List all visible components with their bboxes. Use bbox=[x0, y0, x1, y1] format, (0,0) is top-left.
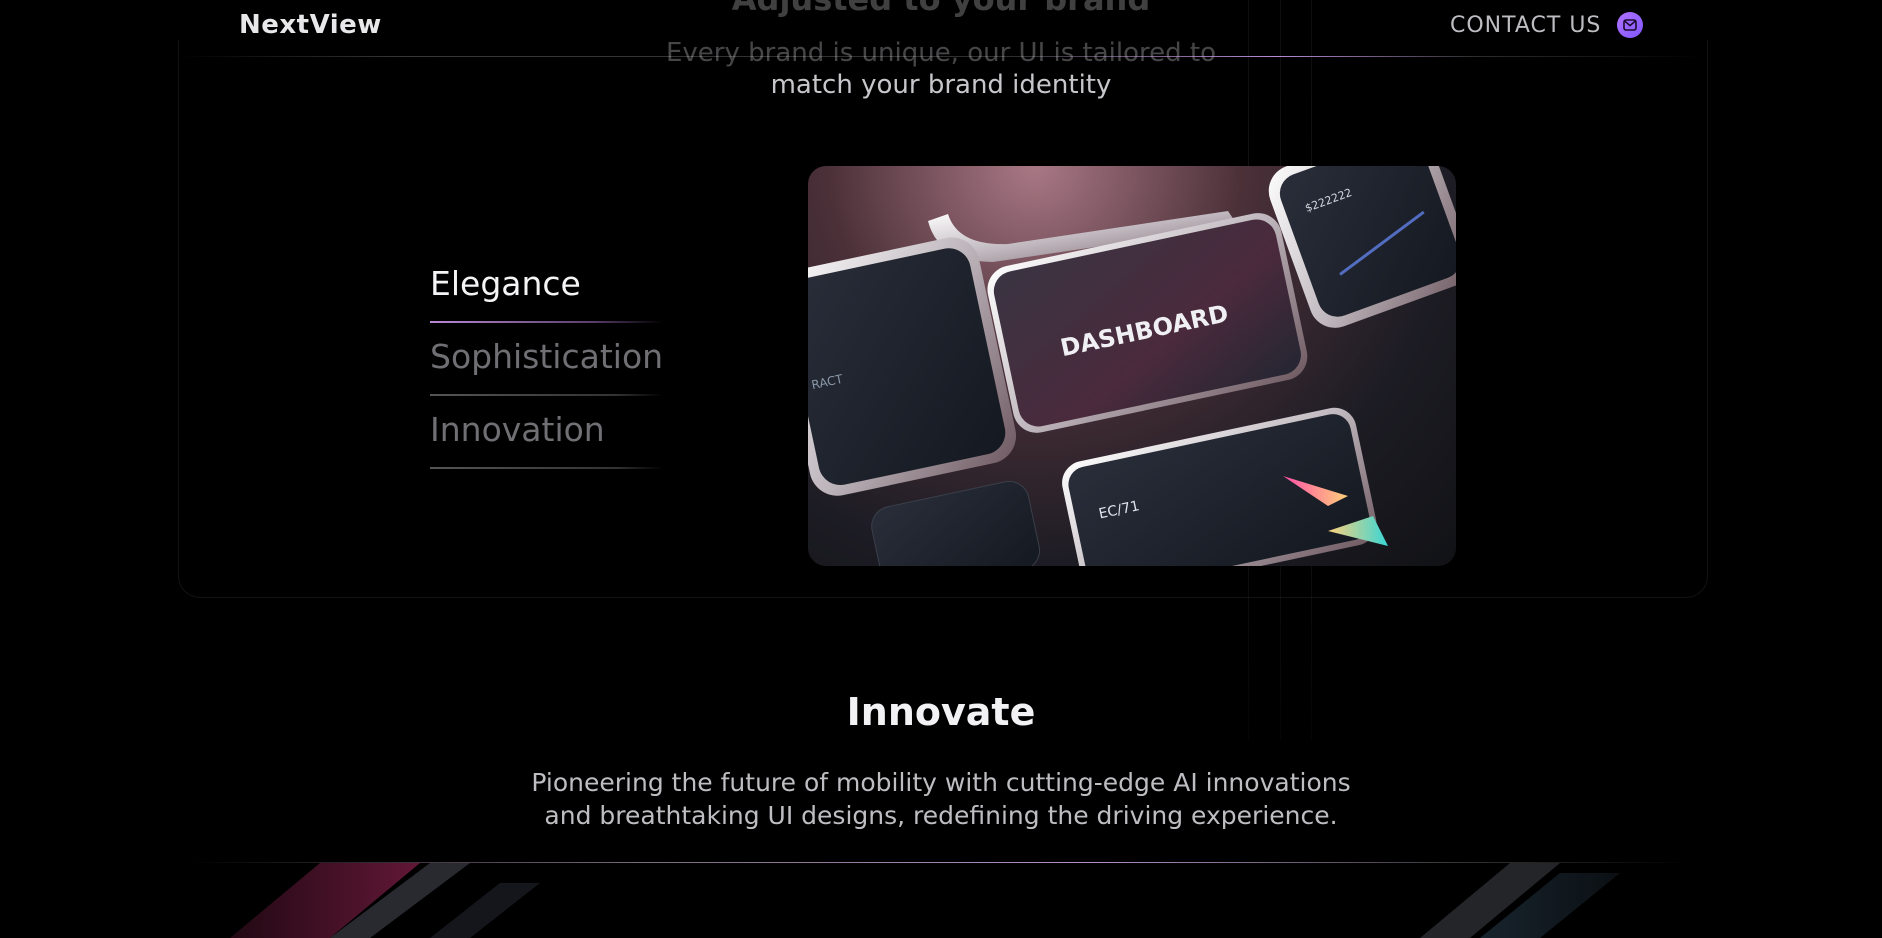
mail-icon bbox=[1617, 12, 1644, 38]
tab-innovation[interactable]: Innovation bbox=[430, 396, 663, 469]
top-header: NextView CONTACT US bbox=[0, 0, 1882, 58]
tab-underline bbox=[430, 467, 663, 469]
innovate-title: Innovate bbox=[846, 690, 1036, 734]
innovate-description-line1: Pioneering the future of mobility with c… bbox=[531, 768, 1351, 797]
tab-elegance-label: Elegance bbox=[430, 264, 581, 303]
dashboard-illustration: RACT $222222 DASHBOARD EC/71 bbox=[808, 166, 1456, 566]
logo[interactable]: NextView bbox=[239, 10, 382, 40]
contact-us-button[interactable]: CONTACT US bbox=[1450, 12, 1644, 38]
bottom-hero-art bbox=[0, 863, 1882, 938]
innovate-description-line2: and breathtaking UI designs, redefining … bbox=[544, 801, 1338, 830]
feature-tabs: Elegance Sophistication Innovation bbox=[430, 250, 663, 469]
tab-elegance[interactable]: Elegance bbox=[430, 250, 663, 323]
contact-us-label: CONTACT US bbox=[1450, 12, 1602, 38]
tab-sophistication-label: Sophistication bbox=[430, 337, 664, 376]
header-divider bbox=[180, 56, 1702, 57]
tab-sophistication[interactable]: Sophistication bbox=[430, 323, 663, 396]
tab-innovation-label: Innovation bbox=[430, 410, 605, 449]
innovate-description: Pioneering the future of mobility with c… bbox=[0, 766, 1882, 832]
